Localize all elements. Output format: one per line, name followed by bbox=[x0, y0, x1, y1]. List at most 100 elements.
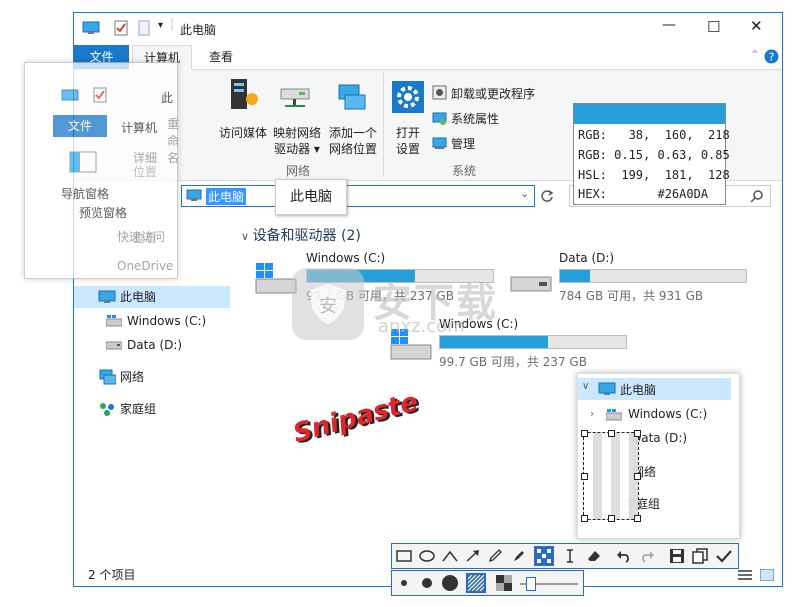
save-button[interactable] bbox=[667, 546, 687, 566]
refresh-icon[interactable] bbox=[540, 189, 554, 203]
undo-button[interactable] bbox=[614, 546, 634, 566]
map-drive-button[interactable]: 映射网络 驱动器 ▾ bbox=[271, 73, 323, 156]
intensity-slider[interactable] bbox=[520, 577, 578, 591]
nav-item-network[interactable]: 网络 bbox=[74, 366, 230, 388]
snip-item-windows-c: › Windows (C:) bbox=[578, 404, 731, 426]
overlay-preview-pane: 预览窗格 bbox=[79, 206, 128, 220]
open-settings-button[interactable]: 打开 设置 bbox=[390, 73, 426, 156]
text-tool[interactable] bbox=[560, 546, 580, 566]
nav-item-this-pc[interactable]: 此电脑 bbox=[74, 286, 230, 308]
marker-tool[interactable] bbox=[509, 546, 529, 566]
properties-icon bbox=[93, 87, 107, 103]
add-network-location-button[interactable]: 添加一个 网络位置 bbox=[325, 73, 381, 156]
collapse-ribbon-icon[interactable]: ⌃ bbox=[750, 48, 760, 62]
network-icon bbox=[99, 369, 116, 385]
drive-usage-bar bbox=[439, 335, 627, 349]
arrow-tool[interactable] bbox=[463, 546, 483, 566]
close-button[interactable]: ✕ bbox=[750, 17, 763, 35]
section-header[interactable]: ∨ 设备和驱动器 (2) bbox=[241, 225, 361, 245]
manage-icon bbox=[432, 137, 447, 149]
save-icon bbox=[670, 549, 684, 563]
tab-view[interactable]: 查看 bbox=[196, 45, 246, 69]
snip-popup[interactable]: ∨ 此电脑 › Windows (C:) Data (D:) 网络 家庭组 bbox=[577, 373, 740, 539]
snip-item-label: 此电脑 bbox=[620, 383, 657, 397]
title-separator: | bbox=[170, 17, 175, 31]
nav-item-label: 网络 bbox=[120, 370, 145, 384]
nav-item-label: Data (D:) bbox=[127, 338, 183, 352]
svg-text:?: ? bbox=[769, 51, 775, 64]
mosaic-selection[interactable] bbox=[581, 430, 641, 522]
ellipse-tool[interactable] bbox=[417, 546, 437, 566]
slider-thumb[interactable] bbox=[526, 577, 536, 591]
system-properties-label: 系统属性 bbox=[451, 112, 500, 126]
drive-usage-fill bbox=[560, 270, 590, 282]
large-icons-view-icon[interactable] bbox=[760, 569, 774, 581]
pinned-snip-overlay[interactable]: 此 文件 计算机 重命名 详细 位置 导航窗格 预览窗格 查看 快速访问 One… bbox=[24, 62, 179, 279]
nav-item-homegroup[interactable]: 家庭组 bbox=[74, 398, 230, 420]
confirm-button[interactable] bbox=[714, 546, 734, 566]
maximize-button[interactable]: ☐ bbox=[707, 18, 720, 36]
address-path[interactable]: 此电脑 bbox=[206, 188, 247, 205]
homegroup-icon bbox=[100, 403, 114, 416]
brush-size-medium[interactable] bbox=[417, 573, 437, 593]
quick-access-dropdown-icon[interactable]: ▾ bbox=[158, 20, 163, 31]
new-folder-icon[interactable] bbox=[138, 20, 150, 36]
checkmark-icon bbox=[716, 550, 732, 563]
address-bar[interactable]: 此电脑 ⌄ bbox=[181, 185, 535, 207]
minimize-button[interactable]: — bbox=[662, 17, 676, 33]
uninstall-button[interactable]: 卸载或更改程序 bbox=[432, 84, 548, 102]
network-drive-icon bbox=[280, 88, 310, 107]
add-location-label-1: 添加一个 bbox=[328, 126, 377, 140]
uninstall-label: 卸载或更改程序 bbox=[451, 87, 536, 101]
resize-handle[interactable] bbox=[581, 430, 588, 437]
pencil-icon bbox=[488, 549, 502, 563]
brush-size-small[interactable] bbox=[394, 573, 414, 593]
computer-icon bbox=[61, 89, 79, 101]
redo-button[interactable] bbox=[637, 546, 657, 566]
ribbon-tabs: 文件 计算机 查看 ⌃ ? bbox=[74, 45, 782, 70]
resize-handle[interactable] bbox=[608, 515, 615, 522]
small-dot-icon bbox=[401, 580, 407, 586]
drive-info: 784 GB 可用，共 931 GB bbox=[559, 289, 704, 303]
mosaic-tool[interactable] bbox=[534, 546, 554, 566]
nav-item-data-d[interactable]: Data (D:) bbox=[74, 334, 230, 356]
access-media-button[interactable]: 访问媒体 bbox=[219, 73, 267, 153]
resize-handle[interactable] bbox=[581, 515, 588, 522]
address-dropdown-icon[interactable]: ⌄ bbox=[520, 187, 529, 200]
blur-pattern-icon bbox=[468, 575, 484, 591]
resize-handle[interactable] bbox=[634, 515, 641, 522]
rectangle-tool[interactable] bbox=[394, 546, 414, 566]
manage-button[interactable]: 管理 bbox=[432, 134, 492, 152]
drive-tile-data-d[interactable]: Data (D:) 784 GB 可用，共 931 GB bbox=[509, 251, 759, 303]
brush-size-large[interactable] bbox=[440, 573, 460, 593]
polyline-tool[interactable] bbox=[440, 546, 460, 566]
resize-handle[interactable] bbox=[634, 473, 641, 480]
help-icon[interactable]: ? bbox=[764, 49, 779, 64]
manage-label: 管理 bbox=[451, 137, 476, 151]
network-group-label: 网络 bbox=[286, 164, 311, 178]
network-group: 访问媒体 映射网络 驱动器 ▾ 添加一个 网络位置 网络 bbox=[215, 73, 384, 178]
open-settings-label-1: 打开 bbox=[395, 126, 420, 140]
resize-handle[interactable] bbox=[581, 473, 588, 480]
text-cursor-icon bbox=[567, 549, 573, 563]
resize-handle[interactable] bbox=[634, 430, 641, 437]
overlay-tab-file: 文件 bbox=[53, 115, 107, 137]
system-properties-button[interactable]: 系统属性 bbox=[432, 109, 532, 127]
properties-icon[interactable] bbox=[114, 20, 128, 36]
nav-item-windows-c[interactable]: Windows (C:) bbox=[74, 310, 230, 332]
blur-mode-button[interactable] bbox=[466, 573, 486, 593]
chevron-right-icon: › bbox=[590, 407, 595, 420]
marker-icon bbox=[514, 551, 524, 561]
mosaic-mode-button[interactable] bbox=[494, 573, 514, 593]
eraser-tool[interactable] bbox=[584, 546, 604, 566]
pencil-tool[interactable] bbox=[486, 546, 506, 566]
color-hsl: HSL: 199, 181, 128 bbox=[578, 168, 730, 182]
resize-handle[interactable] bbox=[608, 430, 615, 437]
overlay-onedrive: OneDrive bbox=[117, 259, 174, 273]
snip-item-this-pc: ∨ 此电脑 bbox=[578, 378, 731, 400]
add-location-label-2: 网络位置 bbox=[328, 142, 377, 156]
nav-pane-icon bbox=[69, 151, 97, 173]
search-icon[interactable] bbox=[750, 189, 764, 203]
copy-button[interactable] bbox=[690, 546, 710, 566]
details-view-icon[interactable] bbox=[738, 569, 752, 581]
